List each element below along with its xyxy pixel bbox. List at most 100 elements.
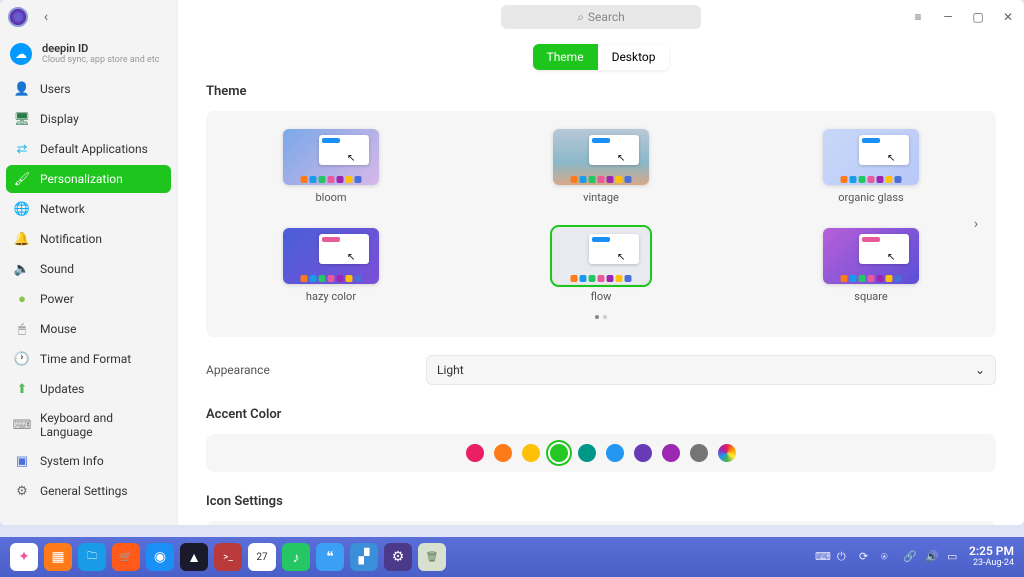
sidebar-item-mouse[interactable]: 🖱Mouse: [6, 315, 171, 343]
page-dots: [236, 315, 966, 319]
search-icon: ⌕: [577, 10, 584, 25]
taskbar-app[interactable]: >_: [214, 543, 242, 571]
theme-item-hazy-color[interactable]: ↖ hazy color: [283, 228, 379, 303]
sidebar-item-default-applications[interactable]: ⇄Default Applications: [6, 135, 171, 163]
taskbar-app[interactable]: ◉: [146, 543, 174, 571]
taskbar-app[interactable]: 🗀: [78, 543, 106, 571]
close-button[interactable]: ✕: [1000, 9, 1016, 25]
main-scroll[interactable]: Theme ↖ bloom ↖ vintage ↖ organic glass …: [178, 84, 1024, 525]
accent-color[interactable]: [690, 444, 708, 462]
theme-item-vintage[interactable]: ↖ vintage: [553, 129, 649, 204]
back-button[interactable]: ‹: [36, 7, 56, 27]
theme-label: flow: [591, 290, 612, 303]
search-input[interactable]: ⌕ Search: [501, 5, 701, 29]
taskbar-app[interactable]: 🛒: [112, 543, 140, 571]
sidebar: ‹ ☁ deepin ID Cloud sync, app store and …: [0, 0, 178, 525]
icon-theme-row[interactable]: Icon Theme 📁♪🖼▶◉⚙ ›: [206, 521, 996, 525]
taskbar-app[interactable]: 🗑: [418, 543, 446, 571]
sidebar-item-label: General Settings: [40, 484, 128, 498]
sidebar-item-label: System Info: [40, 454, 104, 468]
taskbar-app[interactable]: 27: [248, 543, 276, 571]
deepin-id-item[interactable]: ☁ deepin ID Cloud sync, app store and et…: [0, 34, 177, 73]
taskbar-app[interactable]: ▞: [350, 543, 378, 571]
dot[interactable]: [595, 315, 599, 319]
deepin-id-subtitle: Cloud sync, app store and etc: [42, 55, 159, 65]
sidebar-item-label: Sound: [40, 262, 74, 276]
sidebar-item-users[interactable]: 👤Users: [6, 75, 171, 103]
sidebar-item-label: Users: [40, 82, 71, 96]
theme-item-flow[interactable]: ↖ flow: [553, 228, 649, 303]
clock[interactable]: 2:25 PM 23-Aug-24: [969, 545, 1014, 568]
sidebar-item-notification[interactable]: 🔔Notification: [6, 225, 171, 253]
sidebar-item-label: Personalization: [40, 172, 123, 186]
accent-panel: [206, 434, 996, 472]
tray-refresh-icon[interactable]: ⟳: [859, 550, 873, 564]
date: 23-Aug-24: [973, 559, 1014, 569]
taskbar-app[interactable]: ▲: [180, 543, 208, 571]
keyboard-icon: ⌨: [14, 417, 30, 433]
defaults-icon: ⇄: [14, 141, 30, 157]
info-icon: ▣: [14, 453, 30, 469]
theme-thumb: ↖: [283, 228, 379, 284]
theme-item-bloom[interactable]: ↖ bloom: [283, 129, 379, 204]
accent-color[interactable]: [522, 444, 540, 462]
tray-screen-icon[interactable]: ▭: [947, 550, 961, 564]
cloud-icon: ☁: [10, 43, 32, 65]
settings-window: ‹ ☁ deepin ID Cloud sync, app store and …: [0, 0, 1024, 525]
sidebar-item-general-settings[interactable]: ⚙General Settings: [6, 477, 171, 505]
tab-theme[interactable]: Theme: [533, 44, 598, 70]
accent-color[interactable]: [466, 444, 484, 462]
minimize-button[interactable]: —: [940, 9, 956, 25]
accent-color[interactable]: [662, 444, 680, 462]
accent-color[interactable]: [550, 444, 568, 462]
tab-desktop[interactable]: Desktop: [598, 44, 670, 70]
sidebar-items: 👤Users🖥Display⇄Default Applications🖌Pers…: [0, 73, 177, 525]
theme-item-square[interactable]: ↖ square: [823, 228, 919, 303]
theme-grid: ↖ bloom ↖ vintage ↖ organic glass ↖ hazy…: [236, 129, 966, 303]
accent-color[interactable]: [578, 444, 596, 462]
taskbar-app[interactable]: ▦: [44, 543, 72, 571]
sidebar-item-time-and-format[interactable]: 🕐Time and Format: [6, 345, 171, 373]
sidebar-item-keyboard-and-language[interactable]: ⌨Keyboard and Language: [6, 405, 171, 445]
accent-color[interactable]: [634, 444, 652, 462]
sidebar-item-personalization[interactable]: 🖌Personalization: [6, 165, 171, 193]
theme-label: square: [854, 290, 887, 303]
taskbar-app[interactable]: ⚙: [384, 543, 412, 571]
network-icon: 🌐: [14, 201, 30, 217]
theme-thumb: ↖: [823, 129, 919, 185]
taskbar-app[interactable]: ♪: [282, 543, 310, 571]
sidebar-item-network[interactable]: 🌐 Network: [6, 195, 171, 223]
appearance-label: Appearance: [206, 363, 406, 377]
menu-button[interactable]: ≡: [910, 9, 926, 25]
sidebar-item-label: Network: [40, 202, 85, 216]
appearance-select[interactable]: Light ⌄: [426, 355, 996, 385]
tray-keyboard-icon[interactable]: ⌨: [815, 550, 829, 564]
taskbar-right: ⌨ ⏻ ⟳ ⍟ 🔗 🔊 ▭ 2:25 PM 23-Aug-24: [815, 545, 1014, 568]
titlebar: ⌕ Search ≡ — ▢ ✕: [178, 0, 1024, 34]
accent-color[interactable]: [494, 444, 512, 462]
deepin-id-title: deepin ID: [42, 42, 159, 55]
search-placeholder: Search: [588, 10, 625, 24]
theme-next-button[interactable]: ›: [966, 214, 986, 234]
sidebar-item-updates[interactable]: ⬆Updates: [6, 375, 171, 403]
sidebar-item-display[interactable]: 🖥Display: [6, 105, 171, 133]
taskbar: ✦▦🗀🛒◉▲>_27♪❝▞⚙🗑 ⌨ ⏻ ⟳ ⍟ 🔗 🔊 ▭ 2:25 PM 23…: [0, 537, 1024, 577]
taskbar-app[interactable]: ❝: [316, 543, 344, 571]
maximize-button[interactable]: ▢: [970, 9, 986, 25]
taskbar-app[interactable]: ✦: [10, 543, 38, 571]
accent-color-custom[interactable]: [718, 444, 736, 462]
tray-link-icon[interactable]: 🔗: [903, 550, 917, 564]
tray-power-icon[interactable]: ⏻: [837, 550, 851, 564]
sidebar-item-label: Mouse: [40, 322, 77, 336]
icon-settings-title: Icon Settings: [206, 494, 996, 509]
sidebar-item-system-info[interactable]: ▣ System Info: [6, 447, 171, 475]
theme-item-organic-glass[interactable]: ↖ organic glass: [823, 129, 919, 204]
dot[interactable]: [603, 315, 607, 319]
tray-user-icon[interactable]: ⍟: [881, 550, 895, 564]
taskbar-left: ✦▦🗀🛒◉▲>_27♪❝▞⚙🗑: [10, 543, 446, 571]
sidebar-item-label: Updates: [40, 382, 84, 396]
sidebar-item-sound[interactable]: 🔈Sound: [6, 255, 171, 283]
tray-volume-icon[interactable]: 🔊: [925, 550, 939, 564]
accent-color[interactable]: [606, 444, 624, 462]
sidebar-item-power[interactable]: ●Power: [6, 285, 171, 313]
